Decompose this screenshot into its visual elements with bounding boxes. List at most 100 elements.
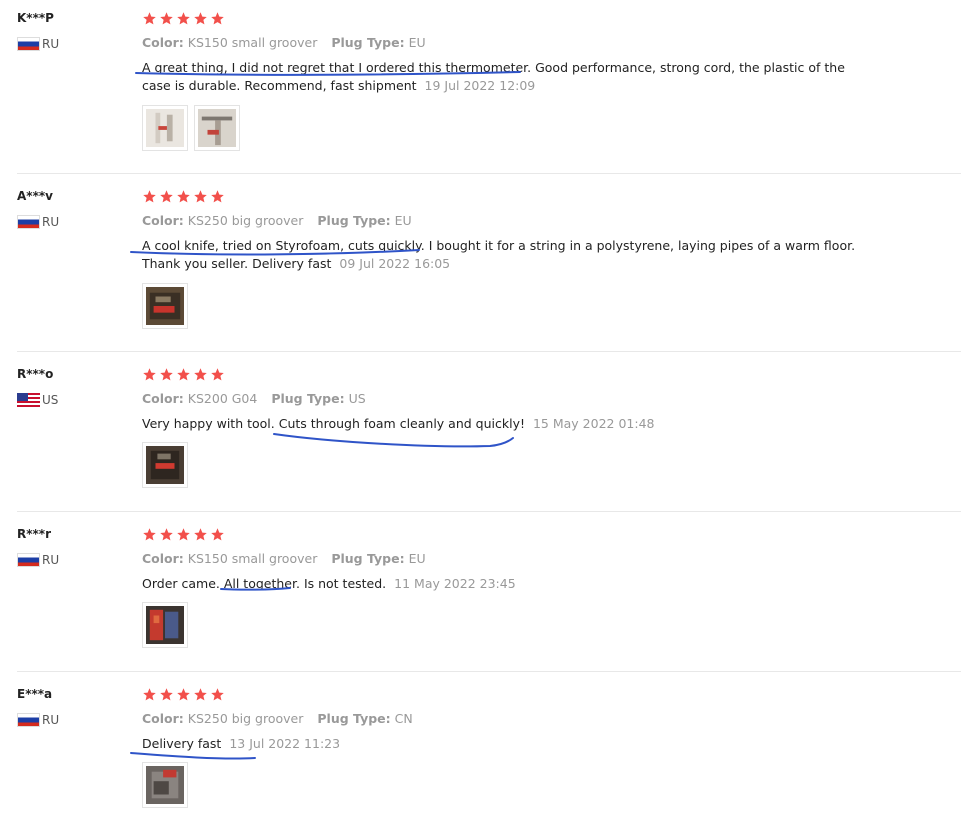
star-icon [211, 368, 224, 381]
underline-mark [273, 433, 514, 448]
review-text-block: Order came. All together. Is not tested.… [142, 575, 862, 593]
russia-flag-icon [17, 713, 40, 727]
review-date: 19 Jul 2022 12:09 [424, 78, 536, 93]
color-label: Color: [142, 551, 184, 566]
star-icon [143, 12, 156, 25]
rating-stars [142, 687, 225, 702]
plug-type-value: EU [408, 551, 426, 566]
review-photo-thumbnail[interactable] [142, 442, 188, 488]
review-photo-thumbnail[interactable] [142, 762, 188, 808]
reviewer-country: RU [17, 37, 59, 51]
review-text: A cool knife, tried on Styrofoam, cuts q… [142, 238, 856, 271]
product-attributes: Color: KS150 small groover Plug Type: EU [142, 551, 436, 566]
reviewer-country: US [17, 393, 58, 407]
star-icon [160, 368, 173, 381]
star-icon [177, 190, 190, 203]
review-photo-thumbnail[interactable] [194, 105, 240, 151]
rating-stars [142, 527, 225, 542]
review-date: 09 Jul 2022 16:05 [339, 256, 451, 271]
photo-image [146, 287, 184, 325]
photo-image [146, 766, 184, 804]
review-photos [142, 442, 188, 488]
plug-type-label: Plug Type: [317, 213, 391, 228]
review-photos [142, 602, 188, 648]
reviewer-name: K***P [17, 11, 54, 25]
reviewer-name: E***a [17, 687, 53, 701]
country-code: US [42, 393, 59, 407]
review-text-block: Very happy with tool. Cuts through foam … [142, 415, 862, 433]
star-icon [211, 688, 224, 701]
country-code: RU [42, 553, 60, 567]
color-value: KS150 small groover [187, 35, 318, 50]
plug-type-value: US [348, 391, 366, 406]
review-text: Order came. All together. Is not tested. [142, 576, 387, 591]
star-icon [143, 368, 156, 381]
review-divider [17, 351, 961, 352]
review-date: 13 Jul 2022 11:23 [229, 736, 341, 751]
color-label: Color: [142, 711, 184, 726]
review-text: Very happy with tool. Cuts through foam … [142, 416, 525, 431]
review-date: 15 May 2022 01:48 [532, 416, 655, 431]
review-divider [17, 511, 961, 512]
reviewer-country: RU [17, 553, 59, 567]
review-divider [17, 671, 961, 672]
star-icon [177, 368, 190, 381]
review-divider [17, 173, 961, 174]
plug-type-value: CN [394, 711, 413, 726]
color-label: Color: [142, 35, 184, 50]
color-label: Color: [142, 213, 184, 228]
star-icon [211, 190, 224, 203]
plug-type-value: EU [408, 35, 426, 50]
country-code: RU [42, 37, 60, 51]
star-icon [177, 12, 190, 25]
reviewer-name: R***r [17, 527, 51, 541]
review-text-block: A cool knife, tried on Styrofoam, cuts q… [142, 237, 862, 273]
photo-image [198, 109, 236, 147]
star-icon [194, 528, 207, 541]
plug-type-label: Plug Type: [317, 711, 391, 726]
reviewer-name: A***v [17, 189, 53, 203]
review-text-block: Delivery fast 13 Jul 2022 11:23 [142, 735, 862, 753]
color-label: Color: [142, 391, 184, 406]
rating-stars [142, 11, 225, 26]
plug-type-label: Plug Type: [331, 551, 405, 566]
review-photos [142, 283, 188, 329]
review-photo-thumbnail[interactable] [142, 105, 188, 151]
country-code: RU [42, 713, 60, 727]
reviewer-country: RU [17, 713, 59, 727]
product-attributes: Color: KS250 big groover Plug Type: EU [142, 213, 422, 228]
star-icon [194, 368, 207, 381]
star-icon [143, 528, 156, 541]
product-attributes: Color: KS200 G04 Plug Type: US [142, 391, 376, 406]
review-photos [142, 762, 188, 808]
underline-mark [130, 752, 256, 760]
product-attributes: Color: KS250 big groover Plug Type: CN [142, 711, 423, 726]
star-icon [194, 12, 207, 25]
star-icon [211, 528, 224, 541]
rating-stars [142, 367, 225, 382]
photo-image [146, 109, 184, 147]
review-photos [142, 105, 240, 151]
plug-type-value: EU [394, 213, 412, 228]
review-date: 11 May 2022 23:45 [394, 576, 516, 591]
review-text: Delivery fast [142, 736, 222, 751]
review-text-block: A great thing, I did not regret that I o… [142, 59, 862, 95]
product-attributes: Color: KS150 small groover Plug Type: EU [142, 35, 436, 50]
plug-type-label: Plug Type: [331, 35, 405, 50]
star-icon [177, 688, 190, 701]
review-photo-thumbnail[interactable] [142, 602, 188, 648]
color-value: KS150 small groover [187, 551, 318, 566]
star-icon [160, 688, 173, 701]
star-icon [177, 528, 190, 541]
review-photo-thumbnail[interactable] [142, 283, 188, 329]
country-code: RU [42, 215, 60, 229]
photo-image [146, 446, 184, 484]
color-value: KS250 big groover [187, 711, 304, 726]
color-value: KS200 G04 [187, 391, 258, 406]
russia-flag-icon [17, 37, 40, 51]
star-icon [194, 190, 207, 203]
russia-flag-icon [17, 215, 40, 229]
plug-type-label: Plug Type: [271, 391, 345, 406]
usa-flag-icon [17, 393, 40, 407]
star-icon [194, 688, 207, 701]
